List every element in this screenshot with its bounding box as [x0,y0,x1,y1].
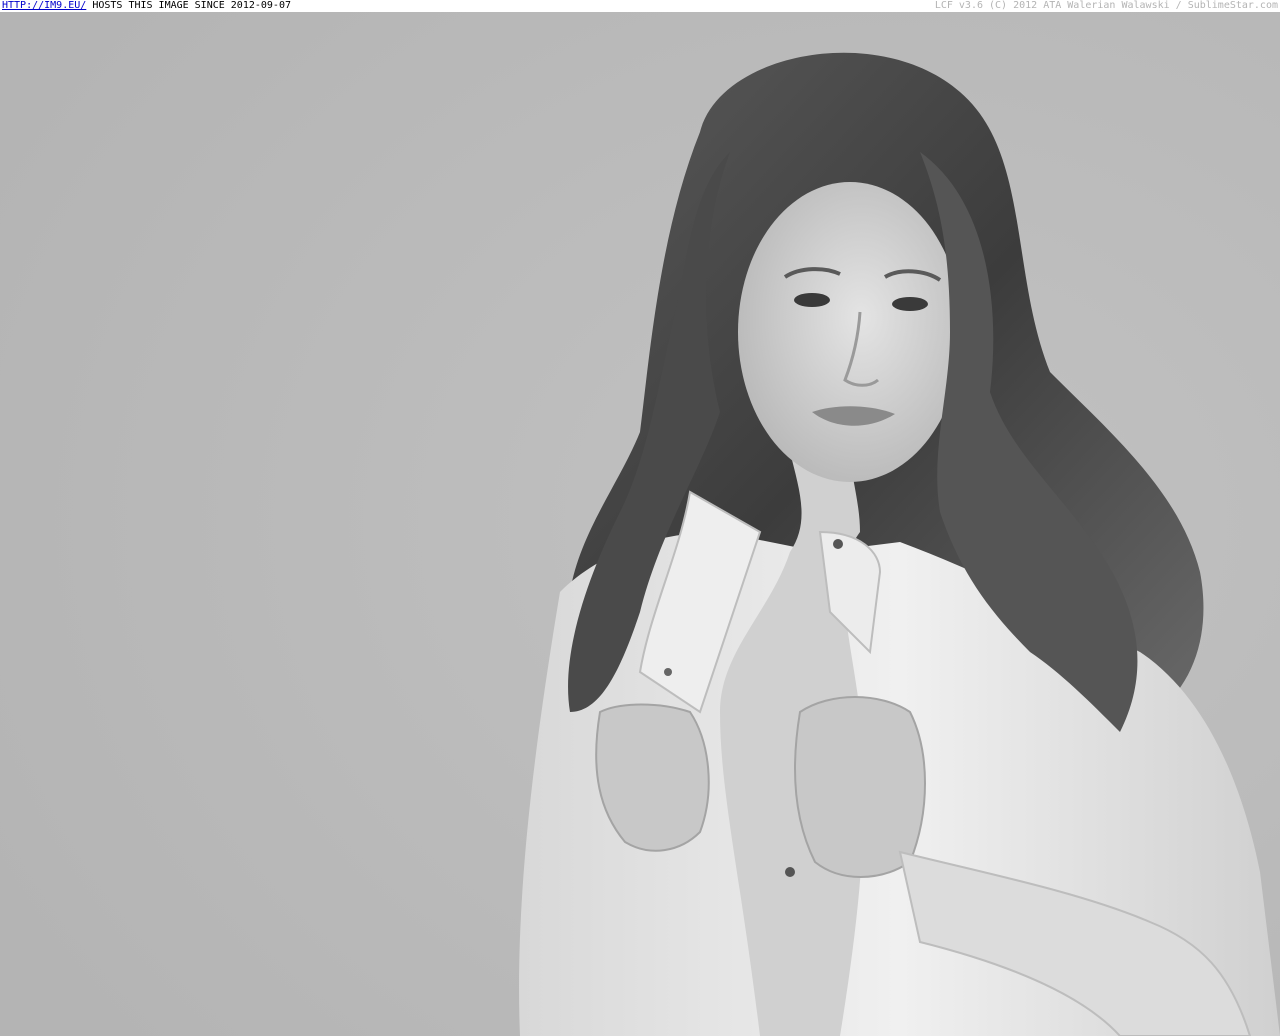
portrait-photo [0,12,1280,1036]
hosting-banner: HTTP://IM9.EU/ HOSTS THIS IMAGE SINCE 20… [0,0,1280,12]
shirt-button [785,867,795,877]
right-eye [892,297,928,311]
face [738,182,962,482]
portrait-illustration [0,12,1280,1036]
shirt-button [664,668,672,676]
host-note: HOSTS THIS IMAGE SINCE 2012-09-07 [86,0,291,11]
banner-left: HTTP://IM9.EU/ HOSTS THIS IMAGE SINCE 20… [2,0,291,12]
copyright-notice: LCF v3.6 (C) 2012 ATA Walerian Walawski … [934,0,1278,11]
right-hand [794,696,926,878]
host-link[interactable]: HTTP://IM9.EU/ [2,0,86,11]
shirt-button [833,539,843,549]
page: HTTP://IM9.EU/ HOSTS THIS IMAGE SINCE 20… [0,0,1280,1036]
left-eye [794,293,830,307]
